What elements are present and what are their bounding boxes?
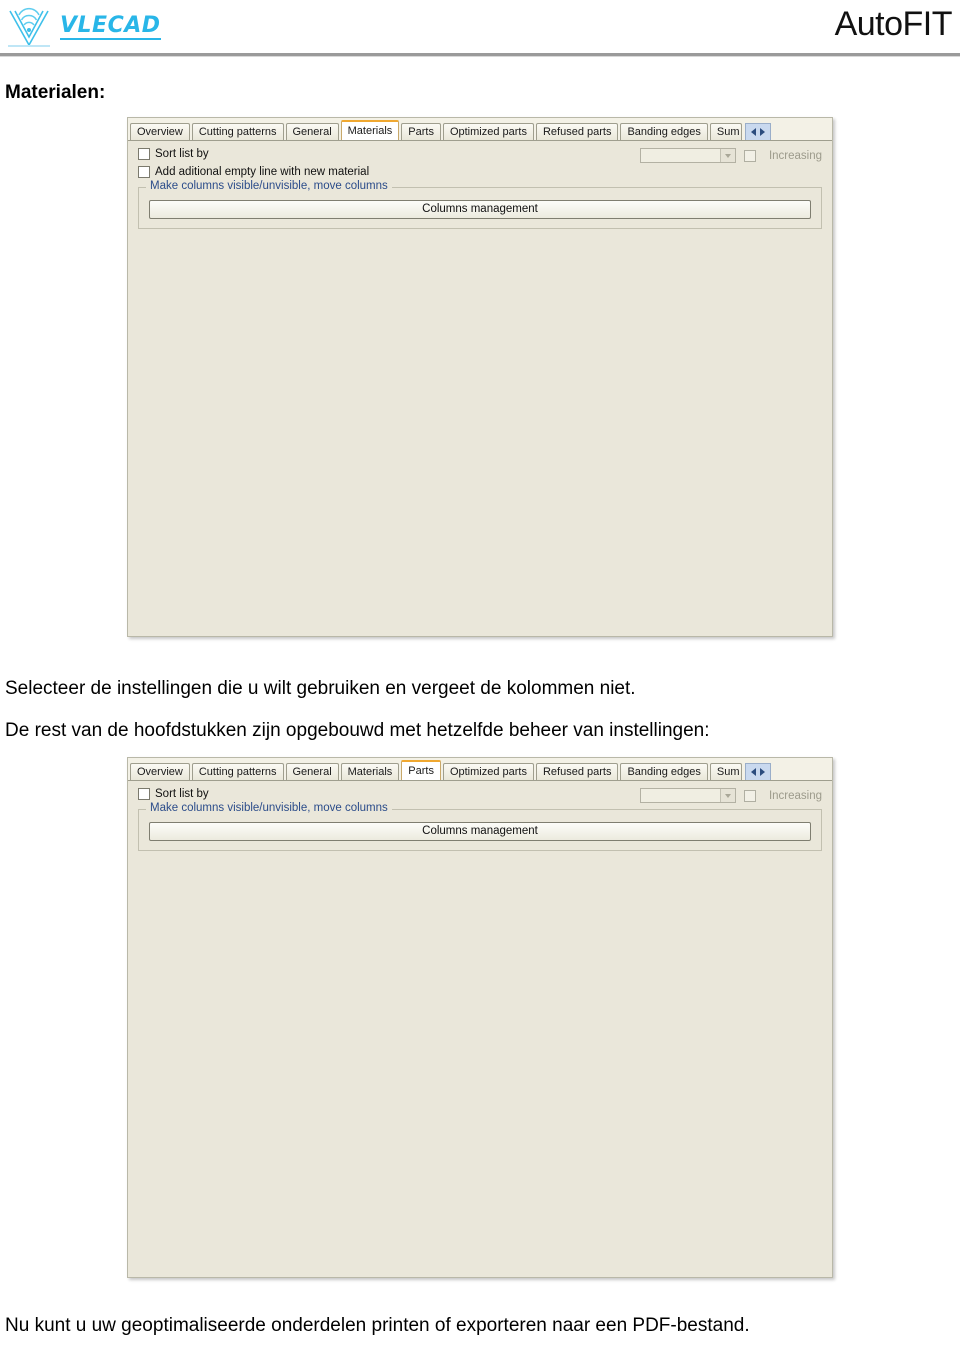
tab-overview[interactable]: Overview bbox=[130, 763, 190, 780]
tab-refused-parts[interactable]: Refused parts bbox=[535, 123, 619, 140]
chevron-right-icon[interactable] bbox=[759, 128, 765, 136]
increasing-checkbox[interactable] bbox=[743, 149, 756, 162]
sort-options-group: Increasing bbox=[639, 788, 822, 803]
paragraph-rest-of-chapters: De rest van de hoofdstukken zijn opgebou… bbox=[5, 720, 710, 741]
add-empty-line-label: Add aditional empty line with new materi… bbox=[155, 166, 370, 178]
sort-list-row: Sort list by Increasing bbox=[138, 148, 822, 163]
columns-groupbox-legend: Make columns visible/unvisible, move col… bbox=[146, 802, 392, 814]
product-title: AutoFIT bbox=[834, 5, 953, 43]
sort-list-by-checkbox[interactable] bbox=[138, 148, 150, 160]
tab-refused-parts[interactable]: Refused parts bbox=[535, 763, 619, 780]
add-empty-line-row: Add aditional empty line with new materi… bbox=[138, 166, 822, 178]
increasing-label: Increasing bbox=[768, 789, 822, 802]
sort-options-group: Increasing bbox=[639, 148, 822, 163]
tab-cutting-patterns[interactable]: Cutting patterns bbox=[191, 763, 284, 780]
columns-groupbox: Make columns visible/unvisible, move col… bbox=[138, 180, 822, 229]
vlecad-fan-logo-icon bbox=[8, 7, 50, 47]
tab-cutting-patterns[interactable]: Cutting patterns bbox=[191, 123, 284, 140]
tab-parts[interactable]: Parts bbox=[401, 760, 441, 780]
screenshot-parts-settings: Overview Cutting patterns General Materi… bbox=[127, 757, 833, 1278]
columns-management-button[interactable]: Columns management bbox=[149, 200, 811, 219]
paragraph-print-export: Nu kunt u uw geoptimaliseerde onderdelen… bbox=[5, 1315, 750, 1336]
tab-general[interactable]: General bbox=[285, 123, 339, 140]
chevron-left-icon[interactable] bbox=[750, 768, 756, 776]
increasing-checkbox[interactable] bbox=[743, 789, 756, 802]
tab-optimized-parts[interactable]: Optimized parts bbox=[442, 123, 534, 140]
tab-banding-edges[interactable]: Banding edges bbox=[620, 123, 708, 140]
sort-list-by-label: Sort list by bbox=[155, 788, 209, 800]
columns-groupbox-legend: Make columns visible/unvisible, move col… bbox=[146, 180, 392, 192]
chevron-left-icon[interactable] bbox=[750, 128, 756, 136]
tab-general[interactable]: General bbox=[285, 763, 339, 780]
tab-optimized-parts[interactable]: Optimized parts bbox=[442, 763, 534, 780]
tabpanel-materials: Sort list by Increasing Add aditional em… bbox=[128, 140, 832, 636]
sort-list-by-label: Sort list by bbox=[155, 148, 209, 160]
tab-banding-edges[interactable]: Banding edges bbox=[620, 763, 708, 780]
sort-list-row: Sort list by Increasing bbox=[138, 788, 822, 803]
paragraph-select-settings: Selecteer de instellingen die u wilt geb… bbox=[5, 678, 636, 699]
tabstrip-parts[interactable]: Overview Cutting patterns General Materi… bbox=[128, 758, 832, 780]
sort-list-by-checkbox[interactable] bbox=[138, 788, 150, 800]
tab-overview[interactable]: Overview bbox=[130, 123, 190, 140]
page-header: VLECAD AutoFIT bbox=[0, 0, 960, 57]
brand-wordmark: VLECAD bbox=[60, 12, 161, 40]
tab-materials[interactable]: Materials bbox=[340, 120, 400, 140]
tabstrip-scroll-controls[interactable] bbox=[744, 123, 771, 140]
tab-summary[interactable]: Sum bbox=[709, 763, 742, 780]
tab-parts[interactable]: Parts bbox=[401, 123, 441, 140]
tabstrip-materials[interactable]: Overview Cutting patterns General Materi… bbox=[128, 118, 832, 140]
brand-logo: VLECAD bbox=[6, 5, 161, 49]
sort-field-select-button[interactable] bbox=[719, 149, 735, 162]
tab-materials[interactable]: Materials bbox=[340, 763, 400, 780]
sort-field-select[interactable] bbox=[639, 788, 736, 803]
chevron-right-icon[interactable] bbox=[759, 768, 765, 776]
tabpanel-parts: Sort list by Increasing Make columns vis… bbox=[128, 780, 832, 1277]
sort-field-select-button[interactable] bbox=[719, 789, 735, 802]
columns-management-button[interactable]: Columns management bbox=[149, 822, 811, 841]
increasing-label: Increasing bbox=[768, 149, 822, 162]
header-divider bbox=[0, 53, 960, 57]
section-heading-materialen: Materialen: bbox=[5, 82, 106, 103]
tabstrip-scroll-controls[interactable] bbox=[744, 763, 771, 780]
add-empty-line-checkbox[interactable] bbox=[138, 166, 150, 178]
tab-summary[interactable]: Sum bbox=[709, 123, 742, 140]
chevron-down-icon bbox=[724, 153, 731, 158]
chevron-down-icon bbox=[724, 793, 731, 798]
screenshot-materials-settings: Overview Cutting patterns General Materi… bbox=[127, 117, 833, 637]
sort-field-select[interactable] bbox=[639, 148, 736, 163]
columns-groupbox: Make columns visible/unvisible, move col… bbox=[138, 802, 822, 851]
